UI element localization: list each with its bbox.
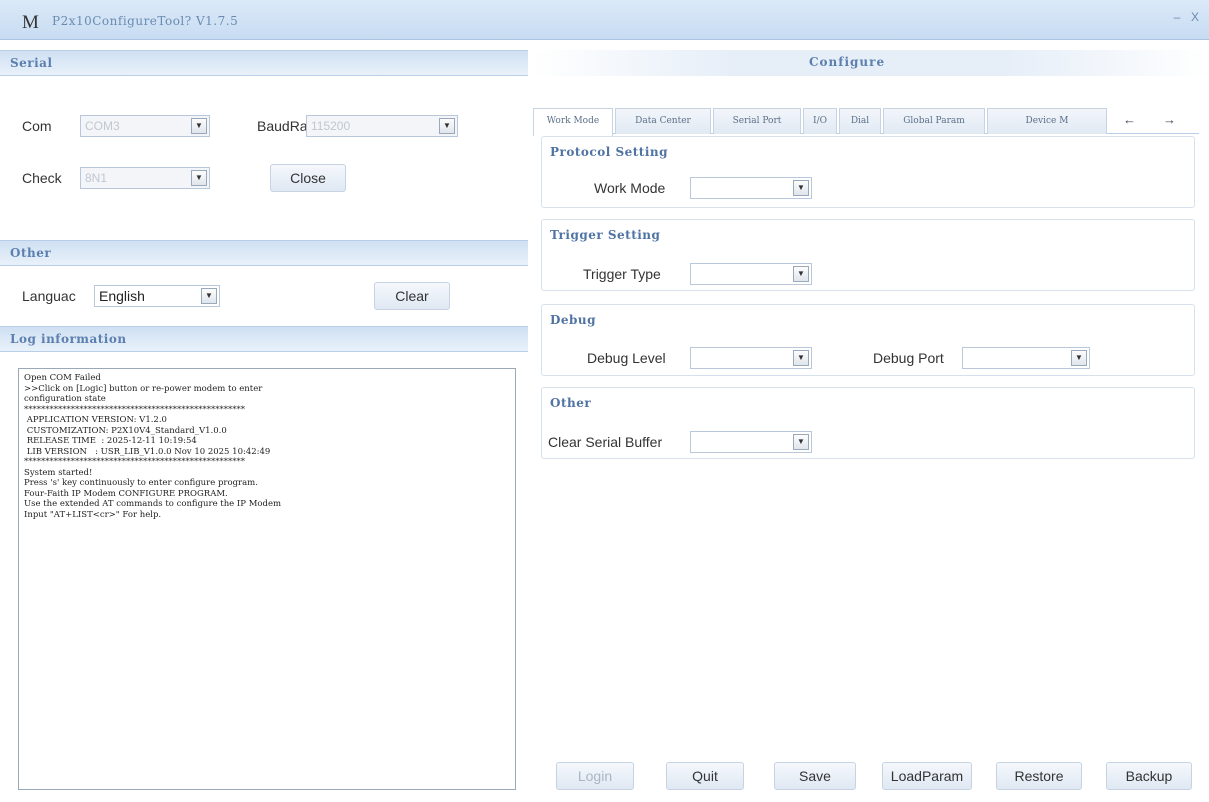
chevron-down-icon[interactable]: ▼ bbox=[793, 434, 809, 450]
log-line: System started! bbox=[24, 467, 93, 478]
tab-next-arrow-icon[interactable]: → bbox=[1163, 112, 1176, 127]
app-logo-icon: M bbox=[22, 12, 39, 33]
debug-level-label: Debug Level bbox=[587, 350, 666, 366]
serial-section-title: Serial bbox=[10, 56, 53, 70]
log-line: >>Click on [Logic] button or re-power mo… bbox=[24, 383, 263, 394]
chevron-down-icon[interactable]: ▼ bbox=[793, 350, 809, 366]
baud-rate-label: BaudRa bbox=[257, 118, 308, 134]
check-label: Check bbox=[22, 170, 62, 186]
log-line: Press 's' key continuously to enter conf… bbox=[24, 478, 258, 488]
language-select[interactable]: English ▼ bbox=[94, 285, 220, 307]
baud-rate-select[interactable]: 115200 ▼ bbox=[306, 115, 458, 137]
language-label: Languac bbox=[22, 288, 76, 304]
configure-section-header: Configure bbox=[533, 50, 1209, 76]
chevron-down-icon[interactable]: ▼ bbox=[191, 170, 207, 186]
work-mode-label: Work Mode bbox=[594, 180, 666, 196]
config-tab-bar: Work Mode Data Center Serial Port I/O Di… bbox=[533, 108, 1199, 136]
clear-log-button[interactable]: Clear bbox=[374, 282, 450, 310]
debug-port-label: Debug Port bbox=[873, 350, 944, 366]
minimize-button[interactable]: – bbox=[1168, 10, 1186, 26]
other-section-header: Other bbox=[0, 240, 528, 266]
other-section-title: Other bbox=[10, 246, 52, 260]
log-line: Use the extended AT commands to configur… bbox=[24, 499, 282, 509]
backup-button[interactable]: Backup bbox=[1106, 762, 1192, 790]
chevron-down-icon[interactable]: ▼ bbox=[793, 266, 809, 282]
log-line: ****************************************… bbox=[24, 404, 245, 415]
chevron-down-icon[interactable]: ▼ bbox=[439, 118, 455, 134]
chevron-down-icon[interactable]: ▼ bbox=[201, 288, 217, 304]
protocol-setting-title: Protocol Setting bbox=[550, 145, 669, 159]
log-section-title: Log information bbox=[10, 332, 127, 346]
tab-work-mode[interactable]: Work Mode bbox=[533, 108, 613, 136]
debug-port-select[interactable]: ▼ bbox=[962, 347, 1090, 369]
load-param-button[interactable]: LoadParam bbox=[882, 762, 972, 790]
log-line: Four-Faith IP Modem CONFIGURE PROGRAM. bbox=[24, 488, 228, 499]
restore-button[interactable]: Restore bbox=[996, 762, 1082, 790]
log-section-header: Log information bbox=[0, 326, 528, 352]
protocol-setting-group: Protocol Setting bbox=[541, 136, 1195, 208]
log-line: CUSTOMIZATION: P2X10V4_Standard_V1.0.0 bbox=[24, 425, 227, 436]
tab-device-management[interactable]: Device M bbox=[987, 108, 1107, 134]
log-line: configuration state bbox=[24, 394, 106, 404]
save-button[interactable]: Save bbox=[774, 762, 856, 790]
trigger-setting-title: Trigger Setting bbox=[550, 228, 661, 242]
log-line: Open COM Failed bbox=[24, 373, 101, 383]
config-other-title: Other bbox=[550, 396, 592, 410]
log-line: ****************************************… bbox=[24, 457, 245, 467]
log-line: Input "AT+LIST<cr>" For help. bbox=[24, 509, 162, 520]
clear-serial-buffer-label: Clear Serial Buffer bbox=[548, 434, 663, 450]
language-value: English bbox=[99, 288, 145, 304]
com-label: Com bbox=[22, 118, 52, 134]
close-port-button[interactable]: Close bbox=[270, 164, 346, 192]
log-line: APPLICATION VERSION: V1.2.0 bbox=[24, 415, 167, 425]
log-line: LIB VERSION : USR_LIB_V1.0.0 Nov 10 2025… bbox=[24, 446, 271, 457]
tab-global-param[interactable]: Global Param bbox=[883, 108, 985, 134]
clear-serial-buffer-select[interactable]: ▼ bbox=[690, 431, 812, 453]
chevron-down-icon[interactable]: ▼ bbox=[793, 180, 809, 196]
chevron-down-icon[interactable]: ▼ bbox=[1071, 350, 1087, 366]
serial-section-header: Serial bbox=[0, 50, 528, 76]
com-value: COM3 bbox=[85, 119, 120, 133]
tab-io[interactable]: I/O bbox=[803, 108, 837, 134]
trigger-type-select[interactable]: ▼ bbox=[690, 263, 812, 285]
check-select[interactable]: 8N1 ▼ bbox=[80, 167, 210, 189]
close-window-button[interactable]: X bbox=[1186, 10, 1204, 26]
debug-level-select[interactable]: ▼ bbox=[690, 347, 812, 369]
chevron-down-icon[interactable]: ▼ bbox=[191, 118, 207, 134]
tab-prev-arrow-icon[interactable]: ← bbox=[1123, 112, 1136, 127]
configure-section-title: Configure bbox=[809, 55, 886, 69]
window-title: P2x10ConfigureTool? V1.7.5 bbox=[52, 14, 239, 28]
trigger-type-label: Trigger Type bbox=[583, 266, 661, 282]
tab-data-center[interactable]: Data Center bbox=[615, 108, 711, 134]
tab-serial-port[interactable]: Serial Port bbox=[713, 108, 801, 134]
tab-dial[interactable]: Dial bbox=[839, 108, 881, 134]
quit-button[interactable]: Quit bbox=[666, 762, 744, 790]
log-textarea[interactable]: Open COM Failed >>Click on [Logic] butto… bbox=[18, 368, 516, 790]
title-bar: M P2x10ConfigureTool? V1.7.5 – X bbox=[0, 0, 1209, 40]
log-line: RELEASE TIME : 2025-12-11 10:19:54 bbox=[24, 436, 197, 446]
baud-rate-value: 115200 bbox=[311, 119, 351, 133]
debug-title: Debug bbox=[550, 313, 597, 327]
check-value: 8N1 bbox=[85, 171, 108, 185]
login-button[interactable]: Login bbox=[556, 762, 634, 790]
com-select[interactable]: COM3 ▼ bbox=[80, 115, 210, 137]
work-mode-select[interactable]: ▼ bbox=[690, 177, 812, 199]
